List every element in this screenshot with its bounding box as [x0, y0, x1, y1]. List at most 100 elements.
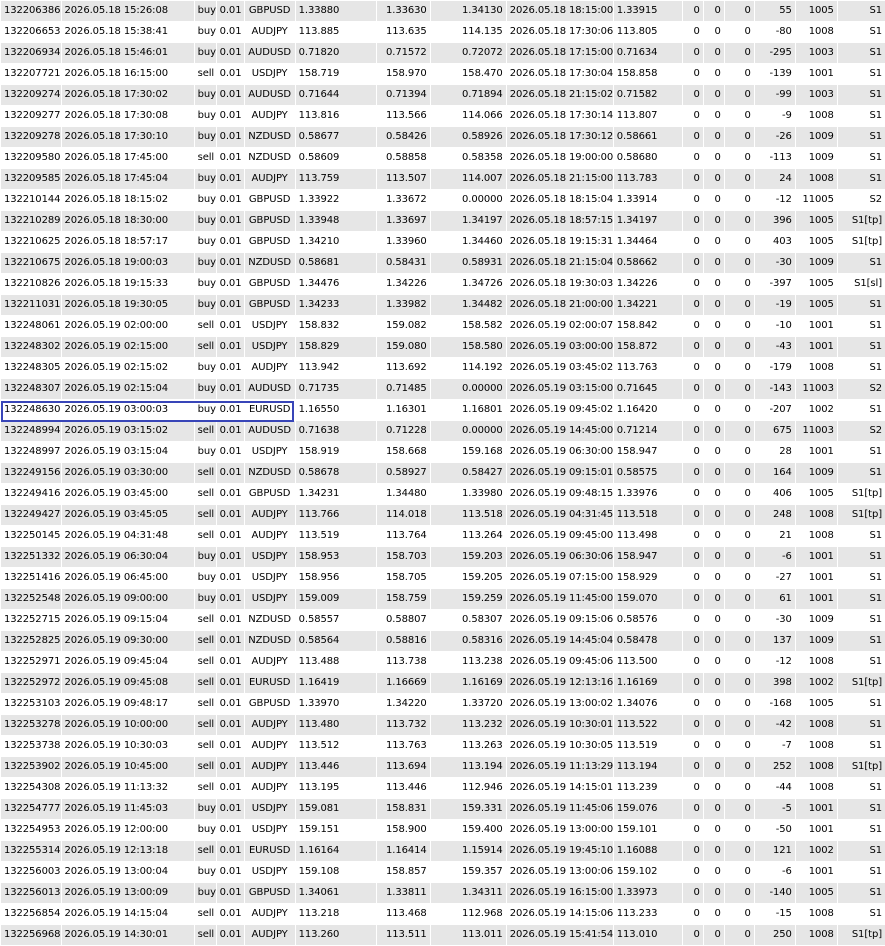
type-cell: sell [194, 924, 217, 946]
table-row[interactable]: 132252972 2026.05.19 09:45:08 sell 0.01 EURU… [1, 672, 885, 694]
open-time-cell: 2026.05.19 06:45:00 [61, 567, 195, 589]
open-time-cell: 2026.05.19 02:15:02 [61, 357, 195, 379]
table-row[interactable]: 132248994 2026.05.19 03:15:02 sell 0.01 AUDU… [1, 420, 885, 442]
table-row[interactable]: 132253103 2026.05.19 09:48:17 sell 0.01 GBPU… [1, 693, 885, 715]
close-time-cell: 2026.05.19 07:15:00 [506, 567, 614, 589]
table-row[interactable]: 132210675 2026.05.18 19:00:03 buy 0.01 NZDUS… [1, 252, 885, 274]
type-cell: buy [194, 357, 217, 379]
close-price-cell: 159.076 [613, 798, 683, 820]
open-time-cell: 2026.05.19 06:30:04 [61, 546, 195, 568]
take-profit-cell: 113.518 [430, 504, 507, 526]
table-row[interactable]: 132211031 2026.05.18 19:30:05 buy 0.01 GBPUS… [1, 294, 885, 316]
taxes-cell: 0 [724, 231, 755, 253]
volume-cell: 0.01 [216, 483, 245, 505]
swap-cell: 0 [703, 42, 725, 64]
commission-cell: 0 [682, 357, 704, 379]
table-row[interactable]: 132210289 2026.05.18 18:30:00 buy 0.01 GBPUS… [1, 210, 885, 232]
take-profit-cell: 1.34482 [430, 294, 507, 316]
table-row[interactable]: 132248305 2026.05.19 02:15:02 buy 0.01 AUDJP… [1, 357, 885, 379]
table-row[interactable]: 132252548 2026.05.19 09:00:00 buy 0.01 USDJP… [1, 588, 885, 610]
type-cell: buy [194, 1, 217, 22]
taxes-cell: 0 [724, 840, 755, 862]
table-row[interactable]: 132253738 2026.05.19 10:30:03 sell 0.01 AUDJ… [1, 735, 885, 757]
type-cell: buy [194, 294, 217, 316]
taxes-cell: 0 [724, 315, 755, 337]
commission-cell: 0 [682, 294, 704, 316]
table-row[interactable]: 132248307 2026.05.19 02:15:04 buy 0.01 AUDUS… [1, 378, 885, 400]
volume-cell: 0.01 [216, 273, 245, 295]
table-row[interactable]: 132248302 2026.05.19 02:15:00 sell 0.01 USDJ… [1, 336, 885, 358]
table-row[interactable]: 132252971 2026.05.19 09:45:04 sell 0.01 AUDJ… [1, 651, 885, 673]
commission-cell: 0 [682, 189, 704, 211]
comment-cell: S1 [837, 21, 885, 43]
volume-cell: 0.01 [216, 189, 245, 211]
ticket-cell: 132252825 [1, 630, 62, 652]
open-price-cell: 158.956 [295, 567, 377, 589]
table-row[interactable]: 132256003 2026.05.19 13:00:04 buy 0.01 USDJP… [1, 861, 885, 883]
type-cell: sell [194, 903, 217, 925]
symbol-cell: GBPUSD [244, 1, 296, 22]
table-row[interactable]: 132209277 2026.05.18 17:30:08 buy 0.01 AUDJP… [1, 105, 885, 127]
table-row[interactable]: 132253278 2026.05.19 10:00:00 sell 0.01 AUDJ… [1, 714, 885, 736]
table-row[interactable]: 132210144 2026.05.18 18:15:02 buy 0.01 GBPUS… [1, 189, 885, 211]
symbol-cell: EURUSD [244, 399, 296, 421]
table-row[interactable]: 132251332 2026.05.19 06:30:04 buy 0.01 USDJP… [1, 546, 885, 568]
table-row[interactable]: 132248997 2026.05.19 03:15:04 buy 0.01 USDJP… [1, 441, 885, 463]
table-row[interactable]: 132255314 2026.05.19 12:13:18 sell 0.01 EURU… [1, 840, 885, 862]
open-price-cell: 1.34231 [295, 483, 377, 505]
table-row[interactable]: 132256854 2026.05.19 14:15:04 sell 0.01 AUDJ… [1, 903, 885, 925]
table-row[interactable]: 132254308 2026.05.19 11:13:32 sell 0.01 AUDJ… [1, 777, 885, 799]
comment-cell: S1 [837, 861, 885, 883]
commission-cell: 0 [682, 903, 704, 925]
commission-cell: 0 [682, 630, 704, 652]
stop-loss-cell: 0.58426 [376, 126, 431, 148]
take-profit-cell: 0.58316 [430, 630, 507, 652]
close-price-cell: 158.929 [613, 567, 683, 589]
table-row[interactable]: 132249427 2026.05.19 03:45:05 sell 0.01 AUDJ… [1, 504, 885, 526]
table-row[interactable]: 132251416 2026.05.19 06:45:00 buy 0.01 USDJP… [1, 567, 885, 589]
table-row[interactable]: 132206386 2026.05.18 15:26:08 buy 0.01 GBPUS… [1, 1, 885, 22]
profit-cell: 406 [754, 483, 796, 505]
symbol-cell: GBPUSD [244, 231, 296, 253]
table-row[interactable]: 132249156 2026.05.19 03:30:00 sell 0.01 NZDU… [1, 462, 885, 484]
magic-cell: 1001 [795, 336, 838, 358]
open-time-cell: 2026.05.19 13:00:09 [61, 882, 195, 904]
symbol-cell: AUDJPY [244, 903, 296, 925]
table-row[interactable]: 132248061 2026.05.19 02:00:00 sell 0.01 USDJ… [1, 315, 885, 337]
stop-loss-cell: 1.33982 [376, 294, 431, 316]
table-row[interactable]: 132210625 2026.05.18 18:57:17 buy 0.01 GBPUS… [1, 231, 885, 253]
stop-loss-cell: 113.692 [376, 357, 431, 379]
symbol-cell: NZDUSD [244, 252, 296, 274]
ticket-cell: 132252972 [1, 672, 62, 694]
table-row[interactable]: 132209278 2026.05.18 17:30:10 buy 0.01 NZDUS… [1, 126, 885, 148]
table-row[interactable]: 132248630 2026.05.19 03:00:03 buy 0.01 EURUS… [1, 399, 885, 421]
table-row[interactable]: 132209585 2026.05.18 17:45:04 buy 0.01 AUDJP… [1, 168, 885, 190]
table-row[interactable]: 132256013 2026.05.19 13:00:09 buy 0.01 GBPUS… [1, 882, 885, 904]
commission-cell: 0 [682, 336, 704, 358]
comment-cell: S1[tp] [837, 924, 885, 946]
table-row[interactable]: 132207721 2026.05.18 16:15:00 sell 0.01 USDJ… [1, 63, 885, 85]
table-row[interactable]: 132209274 2026.05.18 17:30:02 buy 0.01 AUDUS… [1, 84, 885, 106]
swap-cell: 0 [703, 84, 725, 106]
table-row[interactable]: 132256968 2026.05.19 14:30:01 sell 0.01 AUDJ… [1, 924, 885, 946]
table-row[interactable]: 132206934 2026.05.18 15:46:01 buy 0.01 AUDUS… [1, 42, 885, 64]
table-row[interactable]: 132254777 2026.05.19 11:45:03 buy 0.01 USDJP… [1, 798, 885, 820]
table-row[interactable]: 132254953 2026.05.19 12:00:00 buy 0.01 USDJP… [1, 819, 885, 841]
table-row[interactable]: 132250145 2026.05.19 04:31:48 sell 0.01 AUDJ… [1, 525, 885, 547]
taxes-cell: 0 [724, 924, 755, 946]
profit-cell: 403 [754, 231, 796, 253]
stop-loss-cell: 113.738 [376, 651, 431, 673]
close-price-cell: 158.842 [613, 315, 683, 337]
table-row[interactable]: 132249416 2026.05.19 03:45:00 sell 0.01 GBPU… [1, 483, 885, 505]
type-cell: buy [194, 189, 217, 211]
table-row[interactable]: 132252715 2026.05.19 09:15:04 sell 0.01 NZDU… [1, 609, 885, 631]
table-row[interactable]: 132252825 2026.05.19 09:30:00 sell 0.01 NZDU… [1, 630, 885, 652]
open-price-cell: 1.16550 [295, 399, 377, 421]
table-row[interactable]: 132209580 2026.05.18 17:45:00 sell 0.01 NZDU… [1, 147, 885, 169]
table-row[interactable]: 132206653 2026.05.18 15:38:41 buy 0.01 AUDJP… [1, 21, 885, 43]
table-row[interactable]: 132210826 2026.05.18 19:15:33 buy 0.01 GBPUS… [1, 273, 885, 295]
close-time-cell: 2026.05.19 09:48:15 [506, 483, 614, 505]
type-cell: buy [194, 252, 217, 274]
table-row[interactable]: 132253902 2026.05.19 10:45:00 sell 0.01 AUDJ… [1, 756, 885, 778]
profit-cell: 396 [754, 210, 796, 232]
